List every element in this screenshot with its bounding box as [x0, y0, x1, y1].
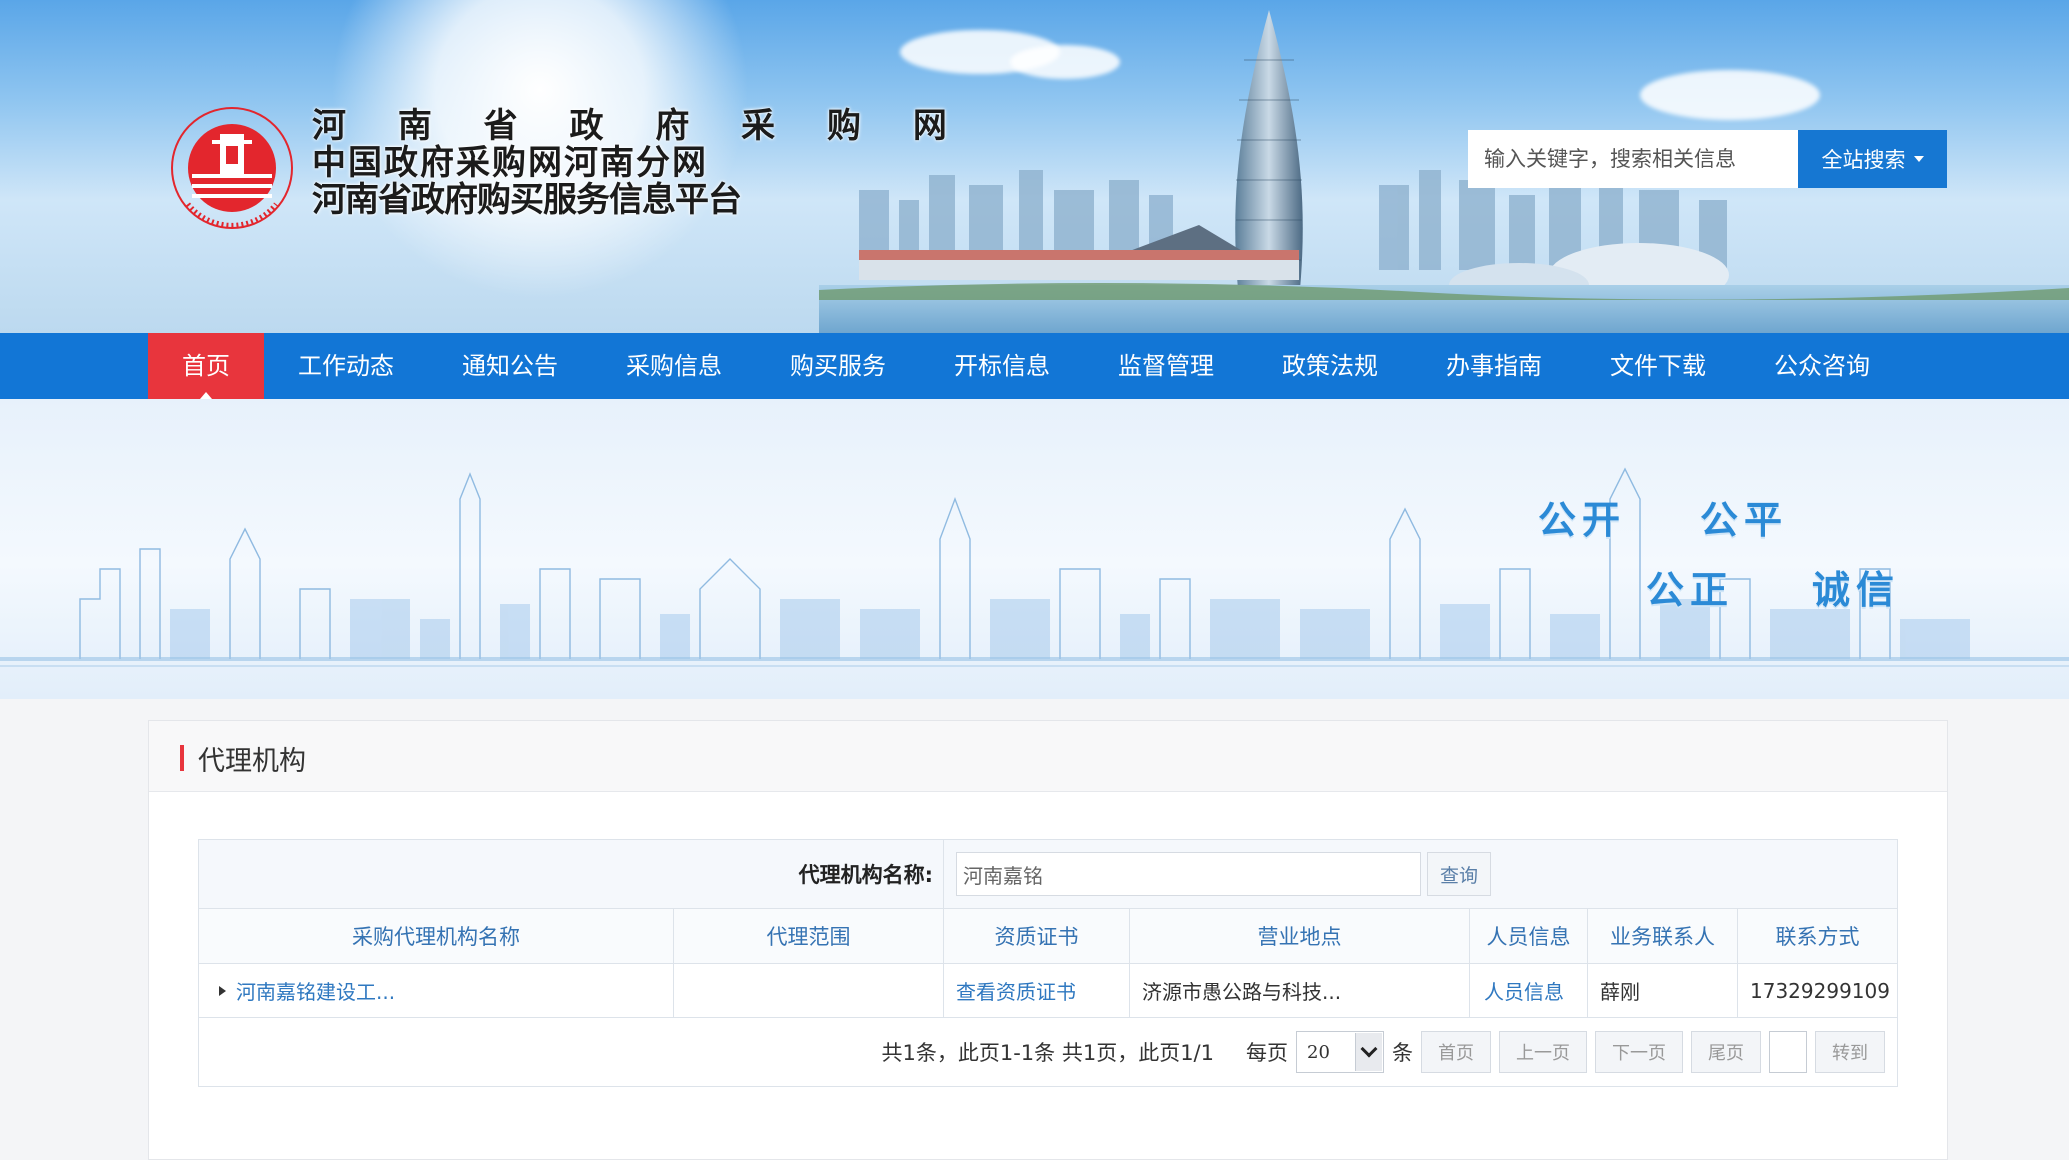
contact-cell: 薛刚	[1588, 964, 1738, 1017]
main-nav: 首页 工作动态 通知公告 采购信息 购买服务 开标信息 监督管理 政策法规 办事…	[0, 333, 2069, 399]
banner: 公开 公平 公正 诚信	[0, 399, 2069, 699]
cert-cell: 查看资质证书	[944, 964, 1130, 1017]
query-field-cell: 查询	[944, 840, 1897, 908]
column-header: 业务联系人	[1588, 909, 1738, 963]
site-logo	[171, 107, 293, 229]
banner-skyline-image	[0, 467, 2069, 667]
goto-page-input[interactable]	[1769, 1031, 1807, 1073]
staff-cell: 人员信息	[1470, 964, 1588, 1017]
scope-cell	[674, 964, 944, 1017]
phone-cell: 17329299109	[1750, 978, 1890, 1003]
agency-name-link[interactable]: 河南嘉铭建设工...	[236, 976, 395, 1005]
agency-panel: 代理机构 代理机构名称: 查询 采购代理机构名称 代理范围 资质证书 营业地点 …	[148, 720, 1948, 1160]
column-header: 营业地点	[1130, 909, 1470, 963]
site-search-input[interactable]	[1468, 130, 1798, 188]
panel-header: 代理机构	[149, 721, 1947, 792]
per-page-value: 20	[1307, 1041, 1330, 1063]
nav-item-supervision[interactable]: 监督管理	[1084, 333, 1248, 399]
query-label: 代理机构名称:	[199, 840, 944, 908]
expand-triangle-icon[interactable]	[219, 985, 226, 996]
banner-slogan: 公开	[1538, 497, 1627, 542]
site-title-block: 河 南 省 政 府 采 购 网 中国政府采购网河南分网 河南省政府购买服务信息平…	[312, 106, 967, 220]
nav-item-procurement-info[interactable]: 采购信息	[592, 333, 756, 399]
panel-title-accent	[180, 745, 184, 771]
pager: 共1条，此页1-1条 共1页，此页1/1 每页 20 条 首页 上一页 下一页 …	[199, 1018, 1897, 1086]
nav-item-bid-opening[interactable]: 开标信息	[920, 333, 1084, 399]
per-page-unit: 条	[1392, 1041, 1413, 1065]
caret-down-icon	[1913, 156, 1924, 162]
panel-title: 代理机构	[198, 746, 306, 777]
query-row: 代理机构名称: 查询	[199, 840, 1897, 909]
agency-name-cell: 河南嘉铭建设工...	[199, 964, 674, 1017]
first-page-button[interactable]: 首页	[1421, 1031, 1491, 1073]
query-button[interactable]: 查询	[1427, 852, 1492, 896]
agency-table: 代理机构名称: 查询 采购代理机构名称 代理范围 资质证书 营业地点 人员信息 …	[198, 839, 1898, 1087]
column-header: 采购代理机构名称	[199, 909, 674, 963]
banner-slogan: 公正	[1646, 567, 1735, 612]
staff-info-link[interactable]: 人员信息	[1484, 976, 1564, 1005]
column-header: 人员信息	[1470, 909, 1588, 963]
table-header-row: 采购代理机构名称 代理范围 资质证书 营业地点 人员信息 业务联系人 联系方式	[199, 909, 1897, 964]
per-page-select[interactable]: 20	[1296, 1031, 1384, 1073]
prev-page-button[interactable]: 上一页	[1499, 1031, 1587, 1073]
nav-item-guide[interactable]: 办事指南	[1412, 333, 1576, 399]
nav-item-purchase-services[interactable]: 购买服务	[756, 333, 920, 399]
table-row: 河南嘉铭建设工... 查看资质证书 济源市愚公路与科技... 人员信息 薛刚 1…	[199, 964, 1897, 1018]
chevron-down-icon	[1355, 1033, 1382, 1071]
pager-info: 共1条，此页1-1条 共1页，此页1/1	[881, 1041, 1215, 1065]
goto-page-button[interactable]: 转到	[1815, 1031, 1885, 1073]
nav-item-notices[interactable]: 通知公告	[428, 333, 592, 399]
site-title-line: 河南省政府购买服务信息平台	[312, 180, 742, 220]
site-header: 河 南 省 政 府 采 购 网 中国政府采购网河南分网 河南省政府购买服务信息平…	[0, 0, 2069, 333]
last-page-button[interactable]: 尾页	[1691, 1031, 1761, 1073]
site-title-line: 河 南 省 政 府 采 购 网	[312, 106, 967, 146]
site-title-line: 中国政府采购网河南分网	[312, 143, 708, 183]
agency-name-input[interactable]	[956, 852, 1421, 896]
location-cell: 济源市愚公路与科技...	[1130, 964, 1470, 1017]
per-page-label: 每页	[1246, 1041, 1288, 1065]
view-cert-link[interactable]: 查看资质证书	[956, 976, 1076, 1005]
site-search-button-label: 全站搜索	[1821, 148, 1906, 172]
next-page-button[interactable]: 下一页	[1595, 1031, 1683, 1073]
column-header: 联系方式	[1775, 925, 1860, 949]
nav-item-work-news[interactable]: 工作动态	[264, 333, 428, 399]
nav-item-public-consult[interactable]: 公众咨询	[1740, 333, 1904, 399]
site-search-button[interactable]: 全站搜索	[1798, 130, 1947, 188]
nav-item-downloads[interactable]: 文件下载	[1576, 333, 1740, 399]
banner-slogan: 公平	[1700, 497, 1789, 542]
column-header: 资质证书	[944, 909, 1130, 963]
column-header: 代理范围	[674, 909, 944, 963]
nav-item-home[interactable]: 首页	[148, 333, 264, 399]
banner-slogan: 诚信	[1812, 567, 1901, 612]
nav-item-policies[interactable]: 政策法规	[1248, 333, 1412, 399]
